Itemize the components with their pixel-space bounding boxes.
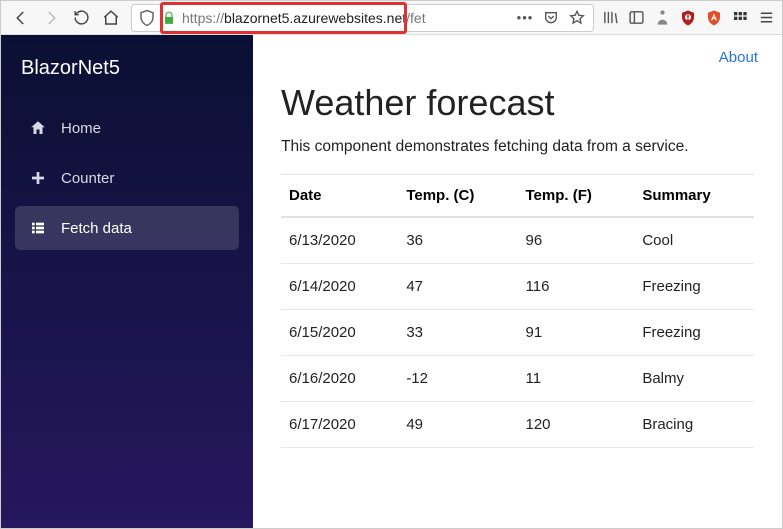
page-actions-icon[interactable]: •••: [515, 8, 535, 28]
lock-icon[interactable]: [162, 11, 176, 25]
bookmark-star-icon[interactable]: [567, 8, 587, 28]
sidebar-toggle-icon[interactable]: [626, 8, 646, 28]
about-link[interactable]: About: [719, 49, 758, 66]
home-button[interactable]: [97, 4, 125, 32]
back-button[interactable]: [7, 4, 35, 32]
cell-date: 6/15/2020: [281, 310, 398, 356]
table-row: 6/13/2020 36 96 Cool: [281, 217, 754, 264]
cell-temp-c: 49: [398, 402, 517, 448]
cell-temp-c: 33: [398, 310, 517, 356]
main-content: About Weather forecast This component de…: [253, 35, 782, 528]
cell-date: 6/17/2020: [281, 402, 398, 448]
cell-summary: Balmy: [634, 356, 754, 402]
cell-summary: Bracing: [634, 402, 754, 448]
col-temp-f: Temp. (F): [518, 175, 635, 218]
sidebar-item-fetch-data[interactable]: Fetch data: [15, 206, 239, 250]
cell-temp-c: 36: [398, 217, 517, 264]
adblock-icon[interactable]: [704, 8, 724, 28]
sidebar-nav: Home Counter Fetch data: [1, 106, 253, 250]
cell-summary: Cool: [634, 217, 754, 264]
cell-date: 6/13/2020: [281, 217, 398, 264]
col-temp-c: Temp. (C): [398, 175, 517, 218]
sidebar-item-counter[interactable]: Counter: [15, 156, 239, 200]
table-header-row: Date Temp. (C) Temp. (F) Summary: [281, 175, 754, 218]
cell-temp-f: 91: [518, 310, 635, 356]
page-title: Weather forecast: [281, 82, 754, 124]
table-row: 6/17/2020 49 120 Bracing: [281, 402, 754, 448]
extension-icon[interactable]: [652, 8, 672, 28]
cell-date: 6/14/2020: [281, 264, 398, 310]
menu-icon[interactable]: [756, 8, 776, 28]
cell-temp-f: 120: [518, 402, 635, 448]
topbar: About: [253, 35, 782, 66]
sidebar-item-label: Counter: [61, 170, 114, 187]
brand-title: BlazorNet5: [1, 35, 253, 106]
home-icon: [29, 119, 47, 137]
cell-summary: Freezing: [634, 264, 754, 310]
ublock-icon[interactable]: [678, 8, 698, 28]
sidebar-item-label: Home: [61, 120, 101, 137]
url-text: https://blazornet5.azurewebsites.net/fet: [182, 10, 426, 26]
pocket-icon[interactable]: [541, 8, 561, 28]
table-row: 6/14/2020 47 116 Freezing: [281, 264, 754, 310]
col-summary: Summary: [634, 175, 754, 218]
sidebar-item-label: Fetch data: [61, 220, 132, 237]
cell-temp-f: 116: [518, 264, 635, 310]
forecast-table: Date Temp. (C) Temp. (F) Summary 6/13/20…: [281, 174, 754, 448]
table-row: 6/16/2020 -12 11 Balmy: [281, 356, 754, 402]
cell-date: 6/16/2020: [281, 356, 398, 402]
forward-button[interactable]: [37, 4, 65, 32]
page-lead: This component demonstrates fetching dat…: [281, 138, 754, 156]
browser-toolbar: https://blazornet5.azurewebsites.net/fet…: [1, 1, 782, 35]
url-bar[interactable]: https://blazornet5.azurewebsites.net/fet…: [131, 4, 594, 32]
reload-button[interactable]: [67, 4, 95, 32]
plus-icon: [29, 169, 47, 187]
sidebar-item-home[interactable]: Home: [15, 106, 239, 150]
table-row: 6/15/2020 33 91 Freezing: [281, 310, 754, 356]
cell-temp-c: 47: [398, 264, 517, 310]
tracking-shield-icon[interactable]: [138, 9, 156, 27]
cell-temp-c: -12: [398, 356, 517, 402]
cell-summary: Freezing: [634, 310, 754, 356]
sidebar: BlazorNet5 Home Counter Fetch data: [1, 35, 253, 528]
cell-temp-f: 96: [518, 217, 635, 264]
cell-temp-f: 11: [518, 356, 635, 402]
col-date: Date: [281, 175, 398, 218]
library-icon[interactable]: [600, 8, 620, 28]
list-icon: [29, 219, 47, 237]
apps-grid-icon[interactable]: [730, 8, 750, 28]
